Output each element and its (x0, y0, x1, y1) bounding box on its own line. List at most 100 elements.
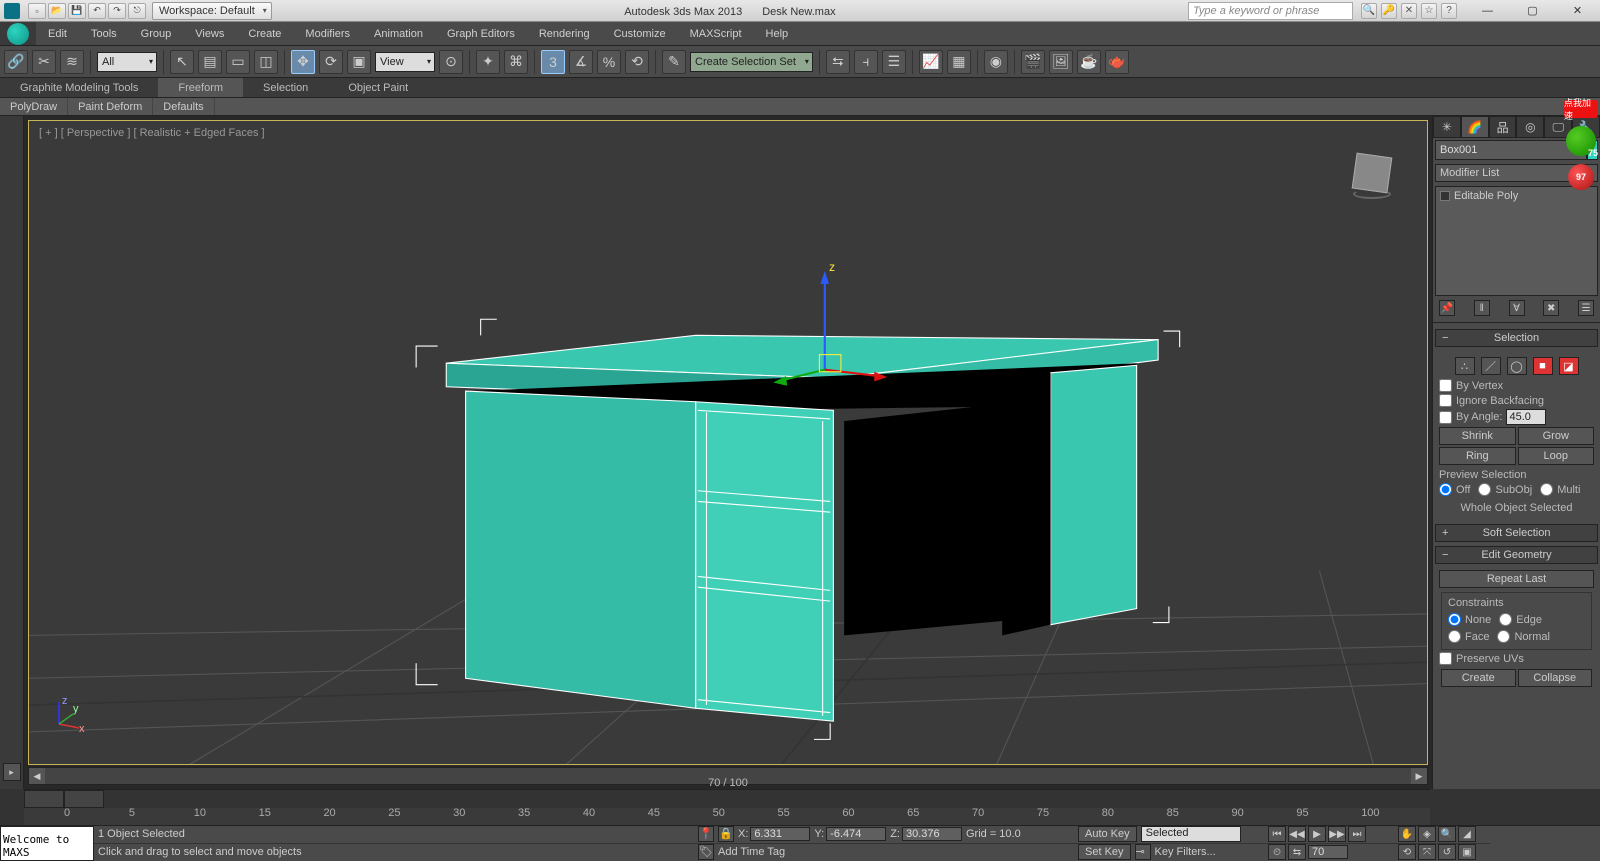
subobj-edge-icon[interactable]: ／ (1481, 357, 1501, 375)
time-config-icon[interactable]: ⏲ (1268, 844, 1286, 860)
render-icon[interactable]: ☕ (1077, 50, 1101, 74)
rollout-selection[interactable]: −Selection (1435, 329, 1598, 347)
qat-redo-icon[interactable]: ↷ (108, 3, 126, 19)
scroll-right-icon[interactable]: ▶ (1411, 768, 1427, 784)
qat-save-icon[interactable]: 💾 (68, 3, 86, 19)
ribbon-tab-object-paint[interactable]: Object Paint (328, 78, 428, 97)
workspace-dropdown[interactable]: Workspace: Default (152, 2, 272, 20)
green-score-badge[interactable] (1566, 126, 1596, 156)
select-icon[interactable]: ↖ (170, 50, 194, 74)
key-mode-toggle-icon[interactable]: ⇆ (1288, 844, 1306, 860)
red-score-badge[interactable]: 97 (1568, 164, 1594, 190)
manipulate-icon[interactable]: ✦ (476, 50, 500, 74)
subobj-vertex-icon[interactable]: ∴ (1455, 357, 1475, 375)
menu-tools[interactable]: Tools (79, 22, 129, 45)
pin-stack-icon[interactable]: 📌 (1439, 300, 1455, 316)
menu-rendering[interactable]: Rendering (527, 22, 602, 45)
align-icon[interactable]: ⫞ (854, 50, 878, 74)
lock-selection-icon[interactable]: 📍 (698, 826, 714, 842)
move-icon[interactable]: ✥ (291, 50, 315, 74)
material-editor-icon[interactable]: ◉ (984, 50, 1008, 74)
stack-item-editable-poly[interactable]: Editable Poly (1438, 189, 1595, 203)
roll-icon[interactable]: ↺ (1438, 844, 1456, 860)
search-icon[interactable]: 🔍 (1361, 3, 1377, 19)
goto-end-icon[interactable]: ⏭ (1348, 826, 1366, 842)
qat-link-icon[interactable]: ⎋ (128, 3, 146, 19)
qat-undo-icon[interactable]: ↶ (88, 3, 106, 19)
rollout-soft-selection[interactable]: +Soft Selection (1435, 524, 1598, 542)
prev-frame-icon[interactable]: ◀◀ (1288, 826, 1306, 842)
pan-icon[interactable]: ✋ (1398, 826, 1416, 842)
percent-snap-icon[interactable]: % (597, 50, 621, 74)
viewport-scrollbar[interactable]: ◀ 70 / 100 ▶ (28, 767, 1428, 785)
stack-toggle-icon[interactable] (1440, 191, 1450, 201)
bind-icon[interactable]: ≋ (60, 50, 84, 74)
rollout-edit-geometry[interactable]: −Edit Geometry (1435, 546, 1598, 564)
qat-open-icon[interactable]: 📂 (48, 3, 66, 19)
remove-modifier-icon[interactable]: ✖ (1543, 300, 1559, 316)
rendered-frame-icon[interactable]: 🖼 (1049, 50, 1073, 74)
help-icon[interactable]: ? (1441, 3, 1457, 19)
dolly-icon[interactable]: ⤧ (1418, 844, 1436, 860)
viewport-expand-icon[interactable]: ▸ (3, 763, 21, 781)
menu-graph-editors[interactable]: Graph Editors (435, 22, 527, 45)
spinner-snap-icon[interactable]: ⟲ (625, 50, 649, 74)
scroll-left-icon[interactable]: ◀ (29, 768, 45, 784)
curve-editor-icon[interactable]: 📈 (919, 50, 943, 74)
subobj-element-icon[interactable]: ◪ (1559, 357, 1579, 375)
constraint-face-radio[interactable]: Face (1448, 630, 1489, 643)
pivot-icon[interactable]: ⊙ (439, 50, 463, 74)
preview-off-radio[interactable]: Off (1439, 483, 1470, 496)
viewcube-cube-icon[interactable] (1352, 153, 1393, 194)
tab-create-icon[interactable]: ✳ (1433, 116, 1461, 138)
repeat-last-button[interactable]: Repeat Last (1439, 570, 1594, 588)
next-frame-icon[interactable]: ▶▶ (1328, 826, 1346, 842)
rotate-icon[interactable]: ⟳ (319, 50, 343, 74)
grow-button[interactable]: Grow (1518, 427, 1595, 445)
help-search-input[interactable]: Type a keyword or phrase (1188, 2, 1353, 20)
menu-modifiers[interactable]: Modifiers (293, 22, 362, 45)
ignore-backfacing-checkbox[interactable]: Ignore Backfacing (1439, 394, 1594, 407)
application-button[interactable] (0, 22, 36, 45)
menu-help[interactable]: Help (754, 22, 801, 45)
menu-maxscript[interactable]: MAXScript (678, 22, 754, 45)
by-angle-spinner[interactable]: 45.0 (1506, 409, 1546, 425)
ribbon-panel-defaults[interactable]: Defaults (153, 98, 214, 115)
ring-button[interactable]: Ring (1439, 447, 1516, 465)
current-frame-field[interactable]: 70 (1308, 845, 1348, 859)
ref-coord-dropdown[interactable]: View (375, 52, 435, 72)
set-key-button[interactable]: Set Key (1078, 844, 1131, 860)
menu-customize[interactable]: Customize (602, 22, 678, 45)
layers-icon[interactable]: ☰ (882, 50, 906, 74)
edit-named-sel-icon[interactable]: ✎ (662, 50, 686, 74)
menu-animation[interactable]: Animation (362, 22, 435, 45)
key-icon[interactable]: ⊸ (1135, 844, 1151, 860)
key-mode-dropdown[interactable]: Selected (1141, 826, 1241, 842)
snap-toggle-icon[interactable]: 3 (541, 50, 565, 74)
viewcube[interactable] (1347, 151, 1397, 201)
named-selection-dropdown[interactable]: Create Selection Set (690, 52, 813, 72)
add-time-tag-button[interactable]: Add Time Tag (718, 846, 785, 858)
tab-motion-icon[interactable]: ◎ (1516, 116, 1544, 138)
render-prod-icon[interactable]: 🫖 (1105, 50, 1129, 74)
menu-group[interactable]: Group (129, 22, 184, 45)
goto-start-icon[interactable]: ⏮ (1268, 826, 1286, 842)
scale-icon[interactable]: ▣ (347, 50, 371, 74)
key-icon[interactable]: 🔑 (1381, 3, 1397, 19)
mirror-icon[interactable]: ⮀ (826, 50, 850, 74)
fov-icon[interactable]: ◢ (1458, 826, 1476, 842)
play-icon[interactable]: ▶ (1308, 826, 1326, 842)
constraint-normal-radio[interactable]: Normal (1497, 630, 1549, 643)
time-slider-track[interactable] (104, 790, 1430, 808)
schematic-icon[interactable]: ▦ (947, 50, 971, 74)
ribbon-tab-graphite[interactable]: Graphite Modeling Tools (0, 78, 158, 97)
trackbar-filter-icon[interactable] (64, 790, 104, 808)
unlink-icon[interactable]: ✂ (32, 50, 56, 74)
link-icon[interactable]: 🔗 (4, 50, 28, 74)
tab-hierarchy-icon[interactable]: 品 (1489, 116, 1517, 138)
time-tag-icon[interactable]: 🏷 (698, 844, 714, 860)
selection-filter-dropdown[interactable]: All (97, 52, 157, 72)
close-button[interactable]: ✕ (1555, 1, 1600, 21)
modifier-stack[interactable]: Editable Poly (1435, 186, 1598, 296)
time-slider[interactable]: 0510152025303540455055606570758085909510… (24, 789, 1430, 825)
